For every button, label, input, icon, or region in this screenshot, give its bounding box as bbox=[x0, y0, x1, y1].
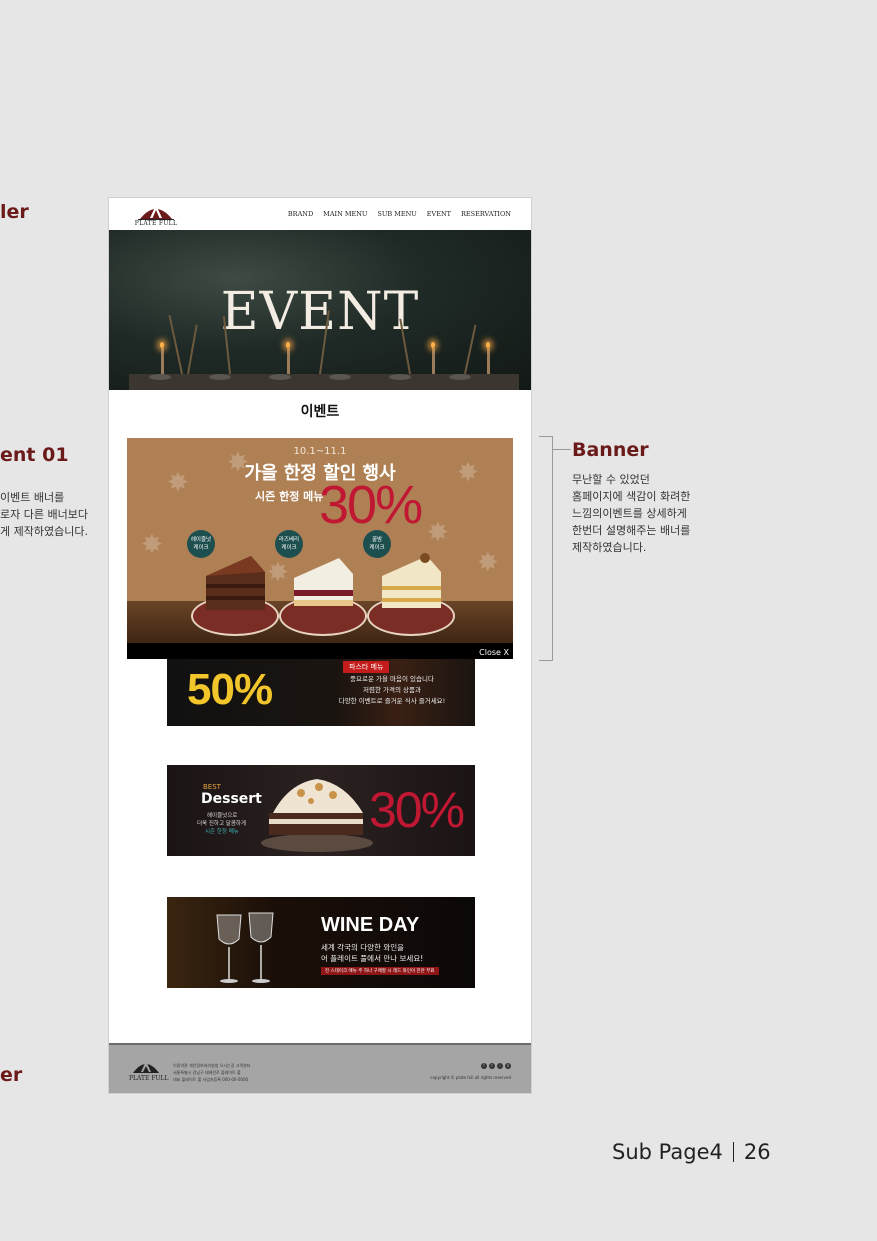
annotation-title: Banner bbox=[572, 439, 649, 461]
site-logo[interactable]: PLATE FULL bbox=[134, 201, 178, 227]
wine-title: WINE DAY bbox=[321, 914, 420, 936]
logo-mark-icon bbox=[138, 205, 174, 220]
wine-glass-icon bbox=[216, 912, 274, 983]
facebook-icon[interactable]: f bbox=[481, 1063, 487, 1069]
twitter-icon[interactable]: t bbox=[489, 1063, 495, 1069]
logo-text: PLATE FULL bbox=[134, 220, 178, 227]
page-section: Sub Page4 bbox=[612, 1140, 723, 1164]
close-button[interactable]: Close X bbox=[479, 648, 509, 657]
footer-logo-text: PLATE FULL bbox=[129, 1075, 169, 1082]
hero-candle bbox=[487, 348, 490, 374]
page-number: 26 bbox=[743, 1140, 771, 1164]
event-banner-dessert[interactable]: BEST Dessert 헤이즐넛으로 더욱 진하고 달콤하게 시즌 한정 메뉴… bbox=[167, 765, 475, 856]
event-banner-wine[interactable]: WINE DAY 세계 각국의 다양한 와인을 어 플레이트 풀에서 만나 보세… bbox=[167, 897, 475, 988]
dessert-cake-image bbox=[261, 779, 373, 852]
nav-brand[interactable]: BRAND bbox=[288, 210, 313, 218]
banner-close-bar: Close X bbox=[127, 643, 513, 659]
dessert-line: 헤이즐넛으로 bbox=[207, 813, 238, 819]
page-separator bbox=[732, 1142, 734, 1162]
label-event-desc-2: 로자 다른 배너보다 bbox=[0, 508, 88, 521]
hero-plate bbox=[149, 374, 171, 380]
social-icons: f t i b bbox=[481, 1063, 511, 1069]
footer-link-row[interactable]: 이용약관 개인정보처리방침 오시는길 고객센터 bbox=[173, 1062, 250, 1069]
hero-candle bbox=[432, 348, 435, 374]
label-event-desc-1: 이벤트 배너를 bbox=[0, 491, 65, 504]
hero-plate bbox=[269, 374, 291, 380]
leaf-icon: ✸ bbox=[477, 548, 499, 578]
hero-plate bbox=[449, 374, 471, 380]
nav-main-menu[interactable]: MAIN MENU bbox=[323, 210, 367, 218]
banner-subline: 시즌 한정 메뉴 bbox=[255, 490, 324, 503]
website-mockup: PLATE FULL BRAND MAIN MENU SUB MENU EVEN… bbox=[108, 197, 532, 1094]
chocolate-cake-image bbox=[206, 556, 265, 610]
site-footer: PLATE FULL 이용약관 개인정보처리방침 오시는길 고객센터 서울특별시… bbox=[109, 1043, 531, 1093]
site-header: PLATE FULL BRAND MAIN MENU SUB MENU EVEN… bbox=[109, 198, 531, 230]
dessert-line: 시즌 한정 메뉴 bbox=[205, 829, 239, 835]
leaf-icon: ✸ bbox=[141, 530, 163, 560]
dessert-line: 더욱 진하고 달콤하게 bbox=[197, 821, 247, 827]
wine-line: 어 플레이트 풀에서 만나 보세요! bbox=[321, 954, 424, 963]
wine-line: 세계 각국의 다양한 와인을 bbox=[321, 943, 405, 952]
banner-percent: 30% bbox=[319, 475, 423, 535]
dessert-title: Dessert bbox=[201, 791, 262, 807]
dessert-best: BEST bbox=[203, 783, 221, 791]
footer-copyright: copyright © plate full all rights reserv… bbox=[430, 1075, 511, 1080]
label-event-01: ent 01 bbox=[0, 444, 69, 466]
annotation-line: 한번더 설명해주는 배너를 bbox=[572, 524, 691, 537]
main-nav: BRAND MAIN MENU SUB MENU EVENT RESERVATI… bbox=[288, 210, 511, 218]
pasta-line: 다양한 이벤트로 즐거운 식사 즐거세요! bbox=[338, 697, 446, 705]
event-banner-pasta[interactable]: 50% 파스타 메뉴 풍요로운 가을 마음이 있습니다 저렴한 가격의 상품과 … bbox=[167, 659, 475, 726]
nav-event[interactable]: EVENT bbox=[427, 210, 451, 218]
pasta-percent: 50% bbox=[187, 665, 273, 714]
hero-plate bbox=[329, 374, 351, 380]
pasta-line: 저렴한 가격의 상품과 bbox=[363, 686, 421, 694]
blog-icon[interactable]: b bbox=[505, 1063, 511, 1069]
footer-logo-icon bbox=[133, 1061, 159, 1073]
wine-strip: 전 스테이크 메뉴 주 하나 구매할 시 레드 와인이 한잔 무료 bbox=[321, 967, 439, 975]
nav-sub-menu[interactable]: SUB MENU bbox=[377, 210, 416, 218]
page-footer: Sub Page4 26 bbox=[612, 1140, 771, 1164]
dessert-percent: 30% bbox=[369, 782, 465, 838]
hero-plate bbox=[389, 374, 411, 380]
raspberry-cake-image bbox=[294, 558, 353, 606]
footer-address: 대표 플레이트 풀 사업자등록 000-00-0000 bbox=[173, 1077, 249, 1082]
annotation-line: 홈페이지에 색감이 화려한 bbox=[572, 490, 691, 503]
page-title: 이벤트 bbox=[300, 404, 340, 420]
pasta-tag: 파스타 메뉴 bbox=[343, 661, 390, 673]
label-header: ler bbox=[0, 201, 29, 223]
banner-date: 10.1~11.1 bbox=[293, 446, 347, 457]
label-footer: er bbox=[0, 1064, 23, 1086]
annotation-bracket bbox=[539, 436, 553, 661]
hero-flame bbox=[286, 342, 290, 348]
hero-plate bbox=[209, 374, 231, 380]
annotation-line: 무난할 수 있었던 bbox=[572, 473, 650, 486]
annotation-line: 제작하였습니다. bbox=[572, 541, 647, 554]
footer-address: 서울특별시 강남구 테헤란로 플레이트 풀 bbox=[173, 1070, 241, 1075]
hero-flame bbox=[486, 342, 490, 348]
hero-banner: EVENT bbox=[109, 230, 531, 390]
hero-candle bbox=[161, 348, 164, 374]
hero-flame bbox=[160, 342, 164, 348]
event-banner-autumn[interactable]: ✸ ✸ ✸ ✸ ✸ ✸ ✸ 10.1~11.1 가을 한정 할인 행사 시즌 한… bbox=[127, 438, 513, 659]
nav-reservation[interactable]: RESERVATION bbox=[461, 210, 511, 218]
instagram-icon[interactable]: i bbox=[497, 1063, 503, 1069]
label-event-desc-3: 게 제작하였습니다. bbox=[0, 525, 88, 538]
pasta-line: 풍요로운 가을 마음이 있습니다 bbox=[350, 675, 434, 683]
hero-candle bbox=[287, 348, 290, 374]
hero-flame bbox=[431, 342, 435, 348]
annotation-tick bbox=[553, 449, 571, 450]
leaf-icon: ✸ bbox=[427, 518, 449, 548]
annotation-line: 느낌의이벤트를 상세하게 bbox=[572, 507, 687, 520]
footer-links: 이용약관 개인정보처리방침 오시는길 고객센터 서울특별시 강남구 테헤란로 플… bbox=[173, 1062, 250, 1083]
chestnut-cake-image bbox=[382, 553, 441, 608]
pasta-copy: 풍요로운 가을 마음이 있습니다 저렴한 가격의 상품과 다양한 이벤트로 즐거… bbox=[317, 674, 467, 707]
